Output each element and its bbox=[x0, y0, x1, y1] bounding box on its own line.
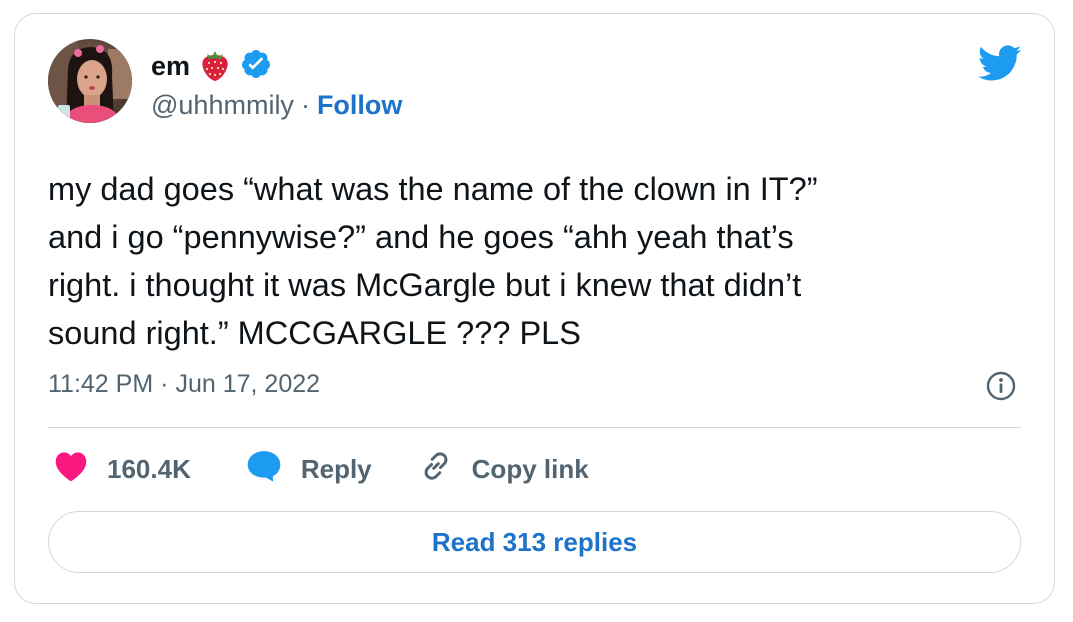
like-button[interactable]: 160.4K bbox=[53, 450, 191, 489]
display-name[interactable]: em bbox=[151, 51, 190, 82]
link-icon bbox=[418, 448, 454, 491]
read-replies-button[interactable]: Read 313 replies bbox=[48, 511, 1021, 573]
tweet-time[interactable]: 11:42 PM bbox=[48, 370, 153, 399]
handle-separator: · bbox=[300, 90, 310, 120]
heart-icon bbox=[53, 450, 89, 489]
author-name-row: em bbox=[151, 48, 272, 84]
verified-badge-icon bbox=[240, 48, 272, 85]
info-icon[interactable] bbox=[986, 371, 1016, 406]
action-bar: 160.4K Reply Copy link bbox=[53, 446, 589, 492]
author-handle[interactable]: @uhhmmily bbox=[151, 90, 294, 121]
reply-label: Reply bbox=[300, 453, 372, 484]
timestamp-separator: · bbox=[160, 370, 169, 398]
like-count: 160.4K bbox=[107, 453, 191, 484]
reply-bubble-icon bbox=[245, 449, 283, 490]
tweet-timestamp[interactable]: 11:42 PM · Jun 17, 2022 bbox=[48, 370, 320, 399]
copy-link-label: Copy link bbox=[471, 453, 589, 484]
tweet-date[interactable]: Jun 17, 2022 bbox=[175, 370, 320, 399]
tweet-text: my dad goes “what was the name of the cl… bbox=[48, 171, 818, 351]
divider bbox=[48, 427, 1021, 428]
follow-button[interactable]: Follow bbox=[317, 90, 402, 121]
read-replies-label: Read 313 replies bbox=[431, 526, 638, 557]
copy-link-button[interactable]: Copy link bbox=[418, 448, 589, 491]
avatar[interactable] bbox=[48, 39, 132, 123]
reply-button[interactable]: Reply bbox=[245, 449, 372, 490]
twitter-bird-icon[interactable] bbox=[976, 44, 1022, 87]
handle-row: @uhhmmily · Follow bbox=[151, 90, 402, 121]
tweet-card: em @uhhmmily · Follow my dad goes “what … bbox=[14, 13, 1055, 604]
strawberry-icon bbox=[198, 46, 232, 87]
